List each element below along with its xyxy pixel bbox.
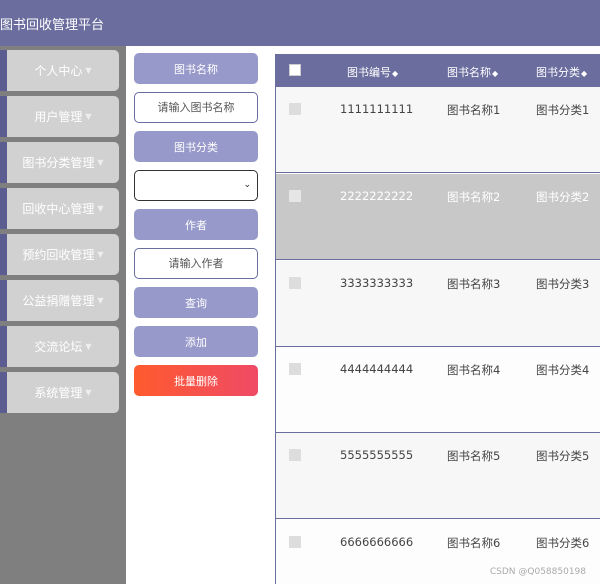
book-id: 1111111111 xyxy=(340,102,414,116)
table-row[interactable]: 3333333333 图书名称3 图书分类3 xyxy=(276,261,600,347)
sort-icon: ◆ xyxy=(392,69,399,78)
row-checkbox[interactable] xyxy=(289,103,301,115)
sidebar-item-label: 公益捐赠管理 xyxy=(22,294,95,308)
book-name: 图书名称5 xyxy=(447,449,501,463)
sidebar-item-label: 系统管理 xyxy=(34,386,83,400)
table-header: 图书编号◆ 图书名称◆ 图书分类◆ xyxy=(276,54,600,87)
book-id: 3333333333 xyxy=(340,276,414,290)
app-title: 图书回收管理平台 xyxy=(0,18,105,33)
watermark: CSDN @Q058850198 xyxy=(489,567,586,577)
column-header-name[interactable]: 图书名称◆ xyxy=(447,64,498,80)
caret-down-icon: ▼ xyxy=(85,342,92,351)
sidebar-item-label: 回收中心管理 xyxy=(22,202,95,216)
category-label: 图书分类 xyxy=(134,131,258,162)
table-row[interactable]: 1111111111 图书名称1 图书分类1 xyxy=(276,87,600,173)
book-id: 5555555555 xyxy=(340,448,414,462)
sidebar-item-forum[interactable]: 交流论坛 ▼ xyxy=(0,326,119,367)
sidebar-item-label: 预约回收管理 xyxy=(22,248,95,262)
sidebar-item-label: 图书分类管理 xyxy=(22,156,95,170)
caret-down-icon: ▼ xyxy=(85,388,92,397)
table-row[interactable]: 4444444444 图书名称4 图书分类4 xyxy=(276,347,600,433)
sidebar-item-category-management[interactable]: 图书分类管理 ▼ xyxy=(0,142,119,183)
book-category: 图书分类5 xyxy=(536,449,590,463)
category-select[interactable]: ⌄ xyxy=(134,170,258,201)
column-header-id[interactable]: 图书编号◆ xyxy=(347,64,398,80)
book-name-input[interactable] xyxy=(134,92,258,123)
row-checkbox[interactable] xyxy=(289,363,301,375)
chevron-down-icon: ⌄ xyxy=(243,180,251,190)
table-row[interactable]: 5555555555 图书名称5 图书分类5 xyxy=(276,433,600,519)
row-checkbox[interactable] xyxy=(289,449,301,461)
caret-down-icon: ▼ xyxy=(97,296,104,305)
add-button[interactable]: 添加 xyxy=(134,326,258,357)
author-label: 作者 xyxy=(134,209,258,240)
author-input[interactable] xyxy=(134,248,258,279)
search-button[interactable]: 查询 xyxy=(134,287,258,318)
sort-icon: ◆ xyxy=(581,69,588,78)
book-id: 6666666666 xyxy=(340,535,414,549)
sidebar-item-recycle-center[interactable]: 回收中心管理 ▼ xyxy=(0,188,119,229)
sidebar-item-system[interactable]: 系统管理 ▼ xyxy=(0,372,119,413)
book-name: 图书名称3 xyxy=(447,277,501,291)
book-category: 图书分类1 xyxy=(536,103,590,117)
sidebar-item-appointment-recycle[interactable]: 预约回收管理 ▼ xyxy=(0,234,119,275)
table-row[interactable]: 2222222222 图书名称2 图书分类2 xyxy=(276,174,600,260)
book-name: 图书名称1 xyxy=(447,103,501,117)
batch-delete-button[interactable]: 批量删除 xyxy=(134,365,258,396)
book-id: 4444444444 xyxy=(340,362,414,376)
filter-panel: 图书名称 图书分类 ⌄ 作者 查询 添加 批量删除 xyxy=(126,46,275,584)
select-all-checkbox[interactable] xyxy=(289,64,301,76)
caret-down-icon: ▼ xyxy=(97,250,104,259)
caret-down-icon: ▼ xyxy=(85,66,92,75)
sidebar-item-label: 交流论坛 xyxy=(34,340,83,354)
book-category: 图书分类2 xyxy=(536,190,590,204)
sort-icon: ◆ xyxy=(492,69,499,78)
caret-down-icon: ▼ xyxy=(97,158,104,167)
book-category: 图书分类4 xyxy=(536,363,590,377)
book-name: 图书名称2 xyxy=(447,190,501,204)
caret-down-icon: ▼ xyxy=(97,204,104,213)
row-checkbox[interactable] xyxy=(289,536,301,548)
sidebar: 个人中心 ▼ 用户管理 ▼ 图书分类管理 ▼ 回收中心管理 ▼ 预约回收管理 ▼ 公益捐赠… xyxy=(0,46,126,584)
column-header-category[interactable]: 图书分类◆ xyxy=(536,64,587,80)
top-header: 图书回收管理平台 xyxy=(0,0,600,46)
row-checkbox[interactable] xyxy=(289,277,301,289)
book-category: 图书分类6 xyxy=(536,536,590,550)
sidebar-item-personal-center[interactable]: 个人中心 ▼ xyxy=(0,50,119,91)
book-table: 图书编号◆ 图书名称◆ 图书分类◆ 1111111111 图书名称1 图书分类1… xyxy=(275,54,600,584)
sidebar-item-label: 个人中心 xyxy=(34,64,83,78)
book-name: 图书名称6 xyxy=(447,536,501,550)
book-name: 图书名称4 xyxy=(447,363,501,377)
sidebar-item-donation[interactable]: 公益捐赠管理 ▼ xyxy=(0,280,119,321)
sidebar-item-label: 用户管理 xyxy=(34,110,83,124)
book-id: 2222222222 xyxy=(340,189,414,203)
book-name-label: 图书名称 xyxy=(134,53,258,84)
book-category: 图书分类3 xyxy=(536,277,590,291)
row-checkbox[interactable] xyxy=(289,190,301,202)
caret-down-icon: ▼ xyxy=(85,112,92,121)
sidebar-item-user-management[interactable]: 用户管理 ▼ xyxy=(0,96,119,137)
